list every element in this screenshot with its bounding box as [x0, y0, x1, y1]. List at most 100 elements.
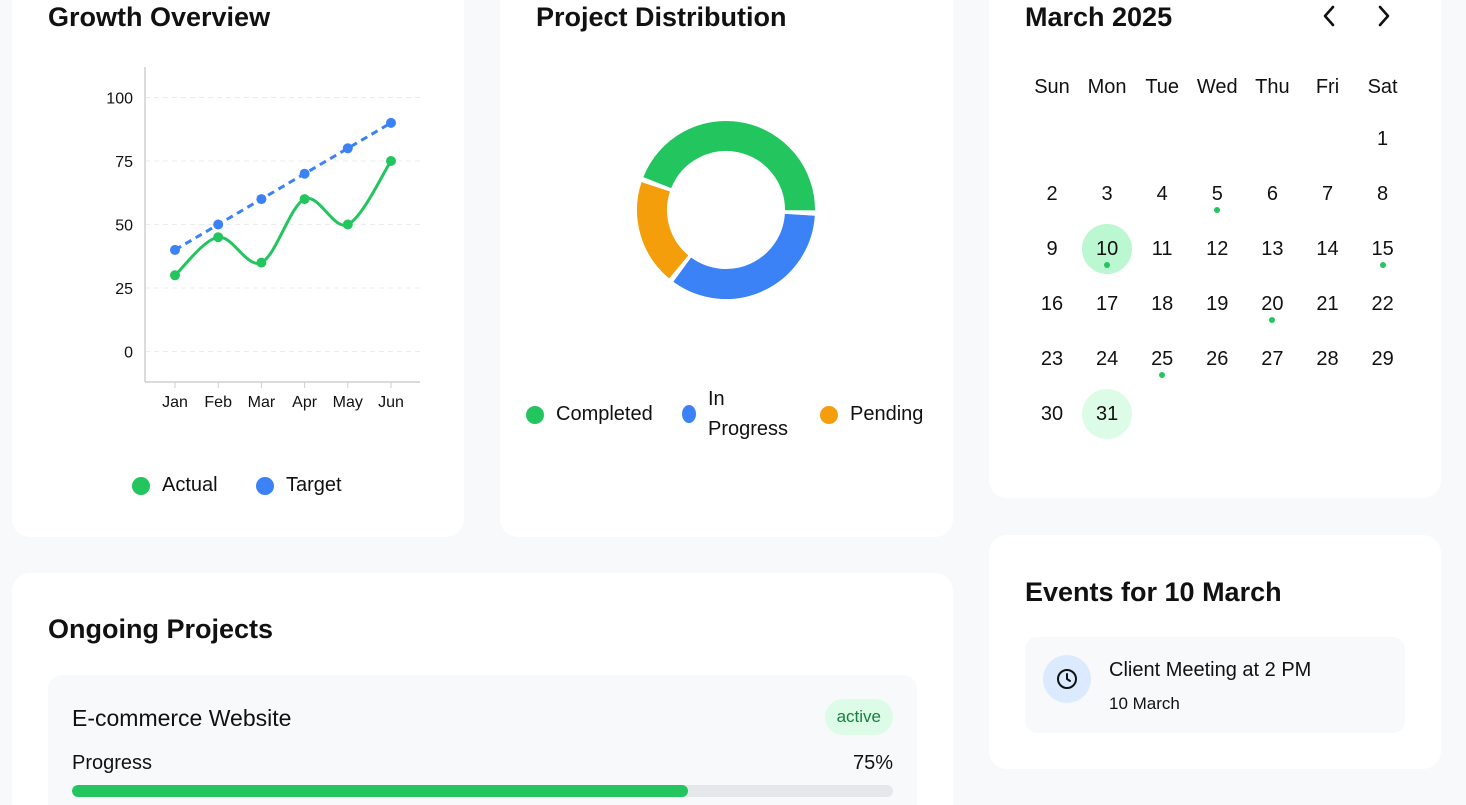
calendar-day-5[interactable]: 5 [1192, 169, 1242, 219]
weekday-wed: Wed [1196, 76, 1238, 98]
x-tick-label: Apr [292, 394, 318, 411]
calendar-day-number: 9 [1046, 237, 1058, 260]
data-point-target [256, 194, 267, 205]
calendar-day-number: 14 [1316, 237, 1339, 260]
calendar-day-7[interactable]: 7 [1303, 169, 1353, 219]
calendar-day-3[interactable]: 3 [1082, 169, 1132, 219]
calendar-day-number: 16 [1040, 292, 1064, 315]
calendar-day-2[interactable]: 2 [1027, 169, 1077, 219]
calendar-day-number: 27 [1261, 347, 1284, 370]
calendar-day-24[interactable]: 24 [1082, 334, 1132, 384]
legend-in-progress[interactable]: In Progress [682, 384, 798, 444]
calendar-day-number: 15 [1371, 237, 1394, 260]
x-tick-label: Jan [162, 394, 188, 411]
y-tick-label: 0 [124, 345, 133, 362]
calendar-day-14[interactable]: 14 [1303, 224, 1353, 274]
calendar-day-number: 3 [1101, 182, 1113, 205]
data-point-actual [170, 270, 180, 281]
progress-value: 75% [852, 752, 893, 774]
calendar-day-number: 25 [1151, 347, 1174, 370]
calendar-day-15[interactable]: 15 [1358, 224, 1408, 274]
calendar-day-number: 31 [1095, 402, 1119, 425]
calendar-day-20[interactable]: 20 [1247, 279, 1297, 329]
calendar-day-9[interactable]: 9 [1027, 224, 1077, 274]
calendar-day-number: 4 [1156, 182, 1168, 205]
legend-target[interactable]: Target [256, 474, 342, 497]
calendar-day-17[interactable]: 17 [1082, 279, 1132, 329]
calendar-day-18[interactable]: 18 [1137, 279, 1187, 329]
weekday-fri: Fri [1315, 76, 1340, 98]
calendar-day-23[interactable]: 23 [1027, 334, 1077, 384]
legend-actual-label: Actual [162, 474, 218, 496]
legend-in-progress-label: In Progress [708, 388, 789, 440]
project-distribution-card: Project Distribution Completed In Progre… [500, 0, 953, 537]
calendar-day-19[interactable]: 19 [1192, 279, 1242, 329]
calendar-day-number: 23 [1040, 347, 1064, 370]
calendar-day-number: 12 [1206, 237, 1229, 260]
weekday-mon: Mon [1087, 76, 1127, 98]
calendar-day-number: 8 [1377, 182, 1389, 205]
calendar-day-27[interactable]: 27 [1247, 334, 1297, 384]
event-indicator-dot [1379, 262, 1386, 268]
weekday-thu: Thu [1255, 76, 1290, 98]
project-item[interactable]: E-commerce Website active Progress 75% [48, 675, 917, 805]
events-card: Events for 10 March Client Meeting at 2 … [989, 535, 1441, 769]
calendar-day-12[interactable]: 12 [1192, 224, 1242, 274]
event-indicator-dot [1269, 317, 1276, 323]
events-title: Events for 10 March [1025, 577, 1282, 607]
calendar-day-number: 2 [1046, 182, 1058, 205]
calendar-day-6[interactable]: 6 [1247, 169, 1297, 219]
data-point-target [170, 244, 180, 255]
data-point-actual [299, 194, 310, 205]
calendar-day-16[interactable]: 16 [1027, 279, 1077, 329]
weekday-sat: Sat [1367, 76, 1398, 98]
project-donut-chart [637, 121, 815, 299]
calendar-day-13[interactable]: 13 [1247, 224, 1297, 274]
event-item[interactable]: Client Meeting at 2 PM 10 March [1025, 637, 1405, 733]
calendar-day-number: 1 [1377, 127, 1389, 150]
data-point-actual [386, 155, 396, 166]
calendar-day-25[interactable]: 25 [1137, 334, 1187, 384]
x-tick-label: Feb [204, 394, 232, 411]
legend-actual[interactable]: Actual [132, 474, 218, 497]
data-point-target [342, 143, 353, 154]
donut-slice-completed [643, 121, 815, 211]
calendar-day-1[interactable]: 1 [1358, 114, 1408, 164]
calendar-day-22[interactable]: 22 [1358, 279, 1408, 329]
calendar-day-number: 20 [1261, 292, 1284, 315]
calendar-day-number: 11 [1151, 237, 1173, 260]
chevron-left-icon [1323, 5, 1335, 27]
calendar-day-number: 18 [1151, 292, 1174, 315]
legend-actual-dot [132, 476, 150, 495]
calendar-day-number: 5 [1211, 182, 1223, 205]
calendar-day-10[interactable]: 10 [1082, 224, 1133, 274]
legend-pending[interactable]: Pending [820, 403, 923, 426]
calendar-next-button[interactable] [1368, 0, 1400, 32]
calendar-day-number: 13 [1261, 237, 1284, 260]
legend-in-progress-dot [682, 405, 696, 423]
calendar-day-31[interactable]: 31 [1082, 389, 1133, 439]
calendar-day-number: 17 [1095, 292, 1119, 315]
calendar-day-29[interactable]: 29 [1358, 334, 1408, 384]
growth-overview-card: Growth Overview 0 25 50 75 100 Jan Feb Mar Apr Ma… [12, 0, 464, 537]
calendar-day-30[interactable]: 30 [1027, 389, 1077, 439]
legend-completed[interactable]: Completed [526, 403, 653, 426]
y-tick-label: 75 [115, 154, 133, 171]
calendar-day-number: 26 [1206, 347, 1229, 370]
calendar-day-number: 6 [1266, 182, 1278, 205]
x-tick-label: Mar [248, 394, 276, 411]
data-point-actual [342, 219, 353, 230]
calendar-day-number: 21 [1316, 292, 1339, 315]
calendar-day-11[interactable]: 11 [1137, 224, 1187, 274]
donut-slice-pending [637, 182, 689, 279]
calendar-day-4[interactable]: 4 [1137, 169, 1187, 219]
event-date: 10 March [1109, 694, 1180, 713]
x-tick-label: May [333, 394, 363, 411]
calendar-prev-button[interactable] [1313, 0, 1345, 32]
calendar-day-21[interactable]: 21 [1303, 279, 1353, 329]
data-point-target [213, 219, 224, 230]
calendar-month-title: March 2025 [1025, 2, 1173, 32]
calendar-day-26[interactable]: 26 [1192, 334, 1242, 384]
calendar-day-28[interactable]: 28 [1303, 334, 1353, 384]
calendar-day-8[interactable]: 8 [1358, 169, 1408, 219]
